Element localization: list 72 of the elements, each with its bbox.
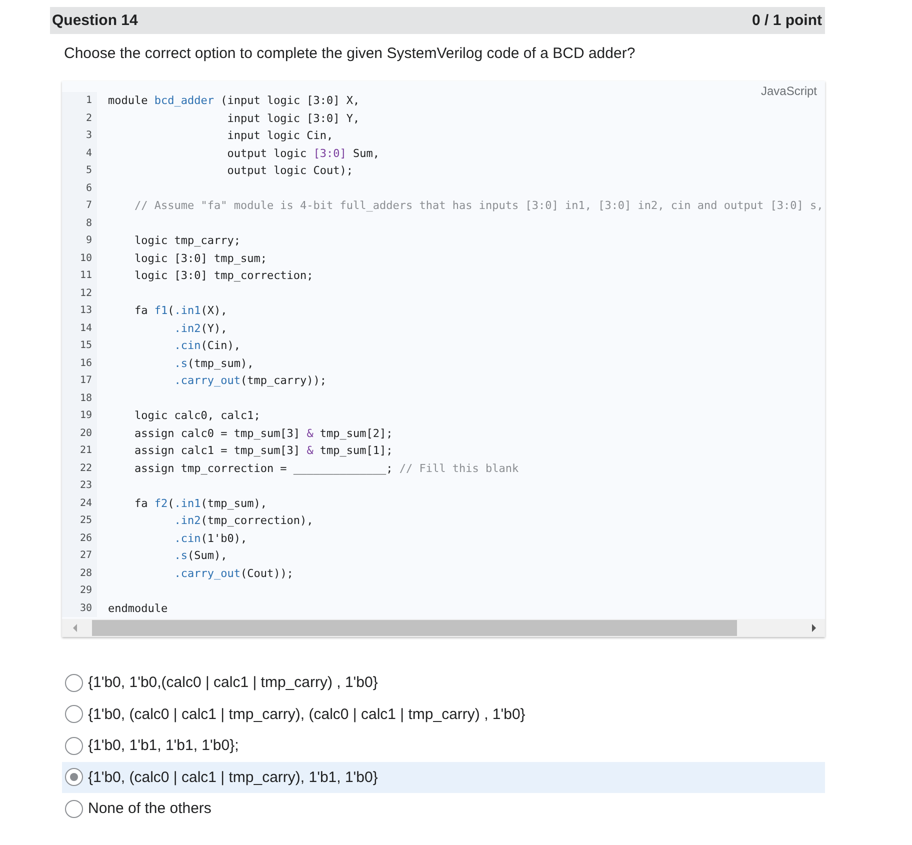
question-prompt: Choose the correct option to complete the given SystemVerilog code of a BCD adder? [64, 45, 636, 62]
radio-button[interactable] [65, 674, 83, 692]
language-label: JavaScript [760, 84, 817, 98]
option-label: None of the others [88, 800, 212, 818]
line-number: 26 [62, 530, 97, 547]
code-line: fa f1(.in1(X), [133, 304, 228, 318]
code-line: logic calc0, calc1; [133, 409, 260, 422]
line-number: 12 [62, 284, 97, 302]
question-score: 0 / 1 point [752, 12, 822, 29]
code-line: input logic Cin, [226, 129, 334, 142]
radio-button[interactable] [65, 768, 83, 786]
line-number: 27 [62, 547, 97, 564]
code-line: logic tmp_carry; [133, 234, 240, 248]
code-line: .carry_out(tmp_carry)); [173, 374, 327, 388]
line-number: 24 [62, 494, 97, 512]
line-number: 2 [62, 110, 97, 127]
scrollbar-thumb[interactable] [92, 620, 737, 636]
question-title: Question 14 [52, 12, 138, 29]
line-number: 20 [62, 424, 97, 442]
code-line: .cin(1'b0), [173, 532, 248, 545]
line-number: 17 [62, 372, 97, 390]
line-number: 23 [62, 477, 97, 494]
line-number: 11 [62, 267, 97, 284]
option-label: {1'b0, (calc0 | calc1 | tmp_carry), 1'b1, 1'b0} [88, 768, 378, 786]
line-number: 8 [62, 214, 97, 232]
code-line: assign calc0 = tmp_sum[3] & tmp_sum[2]; [133, 426, 393, 440]
code-line: .carry_out(Cout)); [173, 566, 294, 580]
line-number: 14 [62, 320, 97, 337]
code-line: .s(Sum), [173, 549, 228, 562]
option-label: {1'b0, (calc0 | calc1 | tmp_carry), (calc0 | calc1 | tmp_carry) , 1'b0} [88, 706, 526, 723]
code-line: .in2(Y), [173, 322, 228, 335]
code-line: logic [3:0] tmp_correction; [133, 269, 314, 282]
code-line: fa f2(.in1(tmp_sum), [133, 496, 267, 510]
code-line: endmodule [108, 602, 168, 615]
line-number: 16 [62, 354, 97, 372]
code-line: .s(tmp_sum), [173, 356, 254, 370]
line-number: 21 [62, 442, 97, 460]
selected-option-row[interactable]: {1'b0, (calc0 | calc1 | tmp_carry), 1'b1, 1'b0} [62, 762, 825, 793]
option-label: {1'b0, 1'b1, 1'b1, 1'b0}; [88, 737, 239, 754]
line-number: 19 [62, 407, 97, 424]
line-number: 28 [62, 564, 97, 582]
code-line: output logic Cout); [226, 164, 354, 178]
horizontal-scrollbar[interactable] [62, 619, 825, 637]
code-line: input logic [3:0] Y, [226, 112, 360, 125]
line-number: 25 [62, 512, 97, 530]
code-line: assign calc1 = tmp_sum[3] & tmp_sum[1]; [133, 444, 393, 458]
code-line: logic [3:0] tmp_sum; [133, 252, 267, 265]
line-number: 29 [62, 582, 97, 600]
radio-button[interactable] [65, 800, 83, 818]
radio-button[interactable] [65, 705, 83, 724]
line-number: 15 [62, 337, 97, 354]
line-number: 1 [62, 92, 97, 110]
line-number: 7 [62, 197, 97, 214]
code-line: output logic [3:0] Sum, [226, 146, 380, 160]
option-label: {1'b0, 1'b0,(calc0 | calc1 | tmp_carry) , 1'b0} [88, 674, 378, 692]
line-number: 4 [62, 144, 97, 162]
line-number: 30 [62, 600, 97, 617]
scroll-right-icon[interactable] [809, 623, 819, 633]
code-line: assign tmp_correction = ______________; // Fill this blank [133, 462, 519, 475]
line-number: 6 [62, 180, 97, 197]
line-number: 9 [62, 232, 97, 250]
line-number: 3 [62, 127, 97, 144]
line-number: 18 [62, 390, 97, 407]
line-number: 13 [62, 302, 97, 320]
line-number: 5 [62, 162, 97, 180]
line-number: 10 [62, 250, 97, 267]
code-line: .cin(Cin), [173, 339, 240, 352]
code-line: module bcd_adder (input logic [3:0] X, [108, 94, 360, 108]
code-line: // Assume "fa" module is 4-bit full_adders that has inputs [3:0] in1, [3:0] in2, cin and output [3:0] s, [133, 199, 824, 212]
code-line: .in2(tmp_correction), [173, 514, 314, 528]
radio-button[interactable] [65, 736, 83, 755]
line-number: 22 [62, 460, 97, 477]
